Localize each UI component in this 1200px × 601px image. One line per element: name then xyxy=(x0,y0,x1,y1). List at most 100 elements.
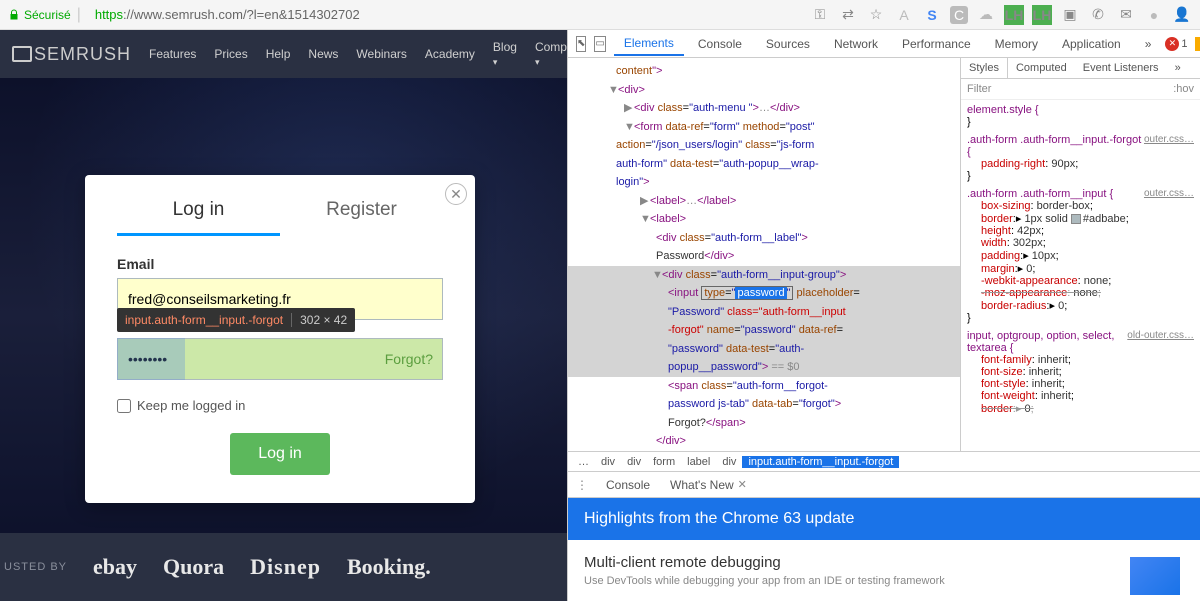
brand-ebay: ebay xyxy=(93,554,137,580)
devtab-console[interactable]: Console xyxy=(688,33,752,55)
login-button[interactable]: Log in xyxy=(230,433,330,475)
trusted-label: USTED BY xyxy=(4,561,67,573)
ext-a-icon[interactable]: A xyxy=(894,5,914,25)
devtab-elements[interactable]: Elements xyxy=(614,32,684,56)
css-rules[interactable]: element.style {} outer.css….auth-form .a… xyxy=(961,100,1200,451)
devtab-more[interactable]: » xyxy=(1135,33,1162,55)
styles-tab-more[interactable]: » xyxy=(1167,58,1189,78)
page-viewport: SEMRUSH Features Prices Help News Webina… xyxy=(0,30,567,601)
ext-lh2-icon[interactable]: LH xyxy=(1032,5,1052,25)
logo-icon xyxy=(12,46,32,62)
bc-div2[interactable]: div xyxy=(621,456,647,468)
devtab-memory[interactable]: Memory xyxy=(985,33,1048,55)
drawer-content: Multi-client remote debugging Use DevToo… xyxy=(568,540,1200,601)
chat-icon[interactable]: ✉ xyxy=(1116,5,1136,25)
trusted-by-bar: USTED BY ebay Quora Disnep Booking. xyxy=(0,533,567,601)
devtab-network[interactable]: Network xyxy=(824,33,888,55)
styles-tabs: Styles Computed Event Listeners » xyxy=(961,58,1200,79)
warn-icon: ! xyxy=(1195,37,1200,51)
devtab-application[interactable]: Application xyxy=(1052,33,1131,55)
user-icon[interactable]: 👤 xyxy=(1172,5,1192,25)
keep-logged-in[interactable]: Keep me logged in xyxy=(117,398,443,413)
drawer-tabs: ⋮ Console What's New ✕ xyxy=(568,472,1200,498)
lock-icon xyxy=(8,9,20,21)
device-icon[interactable]: ▭ xyxy=(594,36,605,52)
dom-tree[interactable]: content"> ▼<div> ▶<div class="auth-menu … xyxy=(568,58,960,451)
bc-div3[interactable]: div xyxy=(716,456,742,468)
cast-icon[interactable]: ▣ xyxy=(1060,5,1080,25)
auth-form: Email input.auth-form__input.-forgot 302… xyxy=(85,236,475,503)
browser-address-bar: Sécurisé | https://www.semrush.com/?l=en… xyxy=(0,0,1200,30)
styles-tab-computed[interactable]: Computed xyxy=(1008,58,1075,78)
devtab-performance[interactable]: Performance xyxy=(892,33,981,55)
brand-booking: Booking. xyxy=(347,554,431,580)
devtools-drawer: ⋮ Console What's New ✕ Highlights from t… xyxy=(568,471,1200,601)
url-protocol: https xyxy=(95,7,123,22)
tooltip-dimensions: 302 × 42 xyxy=(291,313,347,327)
url-path: ://www.semrush.com/?l=en&1514302702 xyxy=(123,7,360,22)
close-tab-icon[interactable]: ✕ xyxy=(738,478,747,491)
translate-icon[interactable]: ⇄ xyxy=(838,5,858,25)
tab-register[interactable]: Register xyxy=(280,199,443,236)
bc-label[interactable]: label xyxy=(681,456,716,468)
keep-label: Keep me logged in xyxy=(137,398,245,413)
bc-form[interactable]: form xyxy=(647,456,681,468)
ext-lh1-icon[interactable]: LH xyxy=(1004,5,1024,25)
styles-tab-styles[interactable]: Styles xyxy=(961,58,1008,78)
highlights-banner: Highlights from the Chrome 63 update xyxy=(568,498,1200,540)
tooltip-selector: input.auth-form__input.-forgot xyxy=(125,313,283,327)
forgot-link[interactable]: Forgot? xyxy=(385,338,433,380)
styles-panel: Styles Computed Event Listeners » Filter… xyxy=(960,58,1200,451)
ext-c-icon[interactable]: C xyxy=(950,6,968,24)
styles-filter[interactable]: Filter:hov xyxy=(961,79,1200,100)
styles-tab-events[interactable]: Event Listeners xyxy=(1075,58,1167,78)
bc-input[interactable]: input.auth-form__input.-forgot xyxy=(742,456,899,468)
auth-tabs: Log in Register xyxy=(85,175,475,236)
tab-login[interactable]: Log in xyxy=(117,199,280,236)
devtools-panel: ⬉ ▭ Elements Console Sources Network Per… xyxy=(567,30,1200,601)
error-icon: ✕ xyxy=(1165,37,1179,51)
devtab-sources[interactable]: Sources xyxy=(756,33,820,55)
logo[interactable]: SEMRUSH xyxy=(12,44,131,65)
phone-icon[interactable]: ✆ xyxy=(1088,5,1108,25)
drawer-tab-console[interactable]: Console xyxy=(596,474,660,496)
close-icon[interactable]: ✕ xyxy=(445,183,467,205)
bc-div1[interactable]: div xyxy=(595,456,621,468)
drawer-subtext: Use DevTools while debugging your app fr… xyxy=(584,575,1184,587)
inspect-icon[interactable]: ⬉ xyxy=(576,36,586,52)
brand-quora: Quora xyxy=(163,554,224,580)
inspector-tooltip: input.auth-form__input.-forgot 302 × 42 xyxy=(117,308,355,332)
secure-badge: Sécurisé xyxy=(8,8,71,22)
auth-modal: ✕ Log in Register Email input.auth-form_… xyxy=(85,175,475,503)
chrome-logo-icon xyxy=(1130,557,1180,595)
keep-checkbox[interactable] xyxy=(117,399,131,413)
nav-news[interactable]: News xyxy=(308,47,338,61)
drawer-tab-whatsnew[interactable]: What's New ✕ xyxy=(660,474,757,496)
nav-features[interactable]: Features xyxy=(149,47,196,61)
main-content: SEMRUSH Features Prices Help News Webina… xyxy=(0,30,1200,601)
secure-label: Sécurisé xyxy=(24,8,71,22)
ext-dot-icon[interactable]: ● xyxy=(1144,5,1164,25)
site-nav: SEMRUSH Features Prices Help News Webina… xyxy=(0,30,567,78)
devtools-header: ⬉ ▭ Elements Console Sources Network Per… xyxy=(568,30,1200,58)
nav-academy[interactable]: Academy xyxy=(425,47,475,61)
dom-breadcrumb[interactable]: … div div form label div input.auth-form… xyxy=(568,451,1200,471)
cloud-icon[interactable]: ☁ xyxy=(976,5,996,25)
nav-help[interactable]: Help xyxy=(266,47,291,61)
email-label: Email xyxy=(117,256,443,272)
nav-company[interactable]: Company xyxy=(535,40,567,68)
drawer-menu-icon[interactable]: ⋮ xyxy=(568,478,596,492)
browser-extension-icons: ⚿ ⇄ ☆ A S C ☁ LH LH ▣ ✆ ✉ ● 👤 xyxy=(810,5,1192,25)
star-icon[interactable]: ☆ xyxy=(866,5,886,25)
key-icon[interactable]: ⚿ xyxy=(810,5,830,25)
bc-root[interactable]: … xyxy=(572,456,595,468)
drawer-heading: Multi-client remote debugging xyxy=(584,554,1184,571)
nav-prices[interactable]: Prices xyxy=(214,47,247,61)
url-bar[interactable]: https://www.semrush.com/?l=en&1514302702 xyxy=(95,7,810,22)
devtools-body: content"> ▼<div> ▶<div class="auth-menu … xyxy=(568,58,1200,451)
ext-s-icon[interactable]: S xyxy=(922,5,942,25)
error-counter[interactable]: ✕1 ! xyxy=(1165,37,1200,51)
nav-blog[interactable]: Blog xyxy=(493,40,517,68)
brand-disney: Disnep xyxy=(250,554,321,580)
nav-webinars[interactable]: Webinars xyxy=(356,47,406,61)
